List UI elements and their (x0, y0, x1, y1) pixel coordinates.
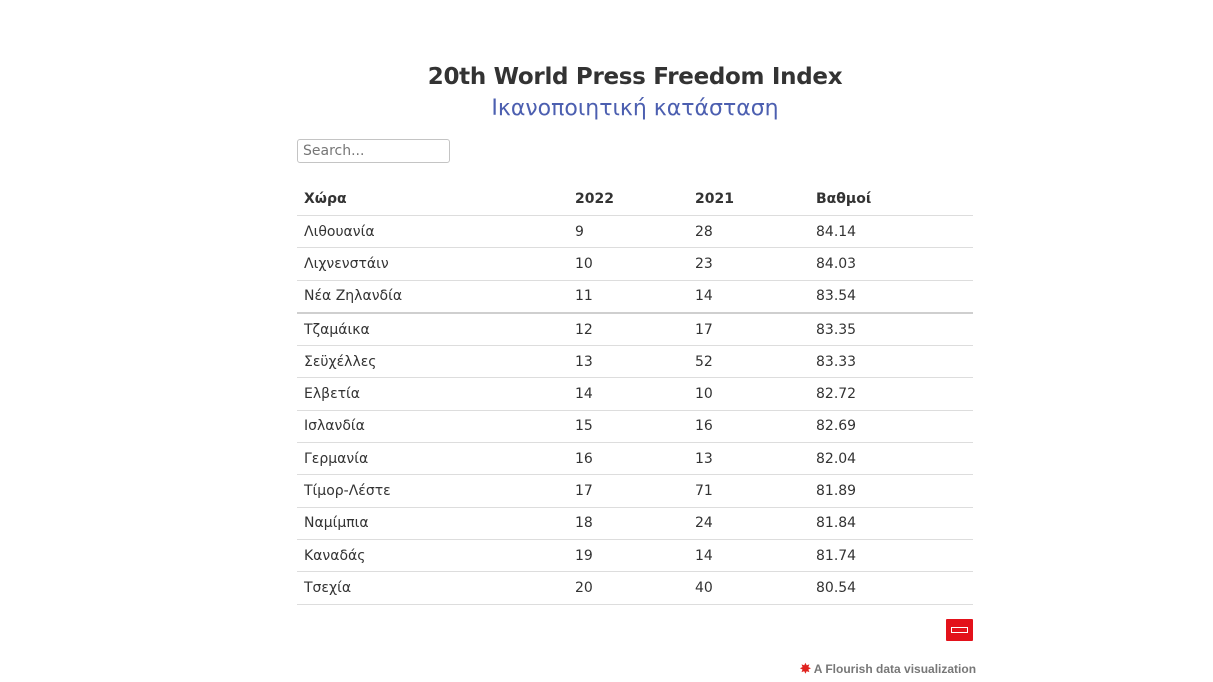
cell-country: Ναμίμπια (297, 507, 568, 540)
cell-score: 84.03 (809, 247, 973, 281)
cell-country: Καναδάς (297, 539, 568, 573)
cell-rank-2022: 18 (568, 507, 688, 540)
page-title: 20th World Press Freedom Index (427, 64, 843, 90)
cell-country: Ελβετία (297, 377, 568, 411)
cell-rank-2022: 10 (568, 247, 688, 281)
cell-rank-2021: 17 (688, 312, 809, 347)
cell-rank-2021: 13 (688, 442, 809, 476)
cell-score: 82.69 (809, 410, 973, 444)
column-header-country[interactable]: Χώρα (297, 182, 568, 216)
cell-country: Λιχνενστάιν (297, 247, 568, 281)
cell-rank-2021: 71 (688, 474, 809, 508)
cell-country: Ισλανδία (297, 410, 568, 444)
cell-score: 84.14 (809, 215, 973, 249)
cell-rank-2022: 11 (568, 280, 688, 314)
news-logo-icon[interactable] (946, 619, 973, 641)
column-header-2022[interactable]: 2022 (568, 182, 688, 216)
table-row: Λιθουανία 9 28 84.14 (297, 215, 973, 249)
search-input[interactable] (297, 139, 450, 163)
cell-rank-2022: 12 (568, 312, 688, 347)
cell-rank-2021: 16 (688, 410, 809, 444)
cell-country: Λιθουανία (297, 215, 568, 249)
table-row: Νέα Ζηλανδία 11 14 83.54 (297, 280, 973, 314)
cell-country: Νέα Ζηλανδία (297, 280, 568, 314)
news-logo-mark (951, 627, 968, 633)
cell-rank-2021: 14 (688, 280, 809, 314)
column-header-score[interactable]: Βαθμοί (809, 182, 973, 216)
table-row: Τζαμάικα 12 17 83.35 (297, 312, 973, 347)
data-table: Χώρα 2022 2021 Βαθμοί Λιθουανία 9 28 84.… (297, 182, 973, 605)
cell-rank-2021: 14 (688, 539, 809, 573)
table-row: Γερμανία 16 13 82.04 (297, 442, 973, 476)
table-row: Ελβετία 14 10 82.72 (297, 377, 973, 411)
table-row: Τσεχία 20 40 80.54 (297, 571, 973, 605)
cell-score: 81.84 (809, 507, 973, 540)
table-row: Σεϋχέλλες 13 52 83.33 (297, 345, 973, 379)
cell-rank-2022: 19 (568, 539, 688, 573)
cell-rank-2022: 9 (568, 215, 688, 249)
cell-country: Γερμανία (297, 442, 568, 476)
cell-score: 83.35 (809, 312, 973, 347)
cell-rank-2021: 40 (688, 571, 809, 605)
table-row: Λιχνενστάιν 10 23 84.03 (297, 247, 973, 281)
cell-rank-2022: 17 (568, 474, 688, 508)
page-subtitle: Ικανοποιητική κατάσταση (491, 96, 779, 121)
cell-score: 81.89 (809, 474, 973, 508)
cell-country: Τίμορ-Λέστε (297, 474, 568, 508)
cell-rank-2022: 14 (568, 377, 688, 411)
table-row: Ισλανδία 15 16 82.69 (297, 410, 973, 444)
table-row: Ναμίμπια 18 24 81.84 (297, 507, 973, 540)
cell-rank-2021: 52 (688, 345, 809, 379)
cell-country: Τσεχία (297, 571, 568, 605)
column-header-2021[interactable]: 2021 (688, 182, 809, 216)
cell-score: 83.33 (809, 345, 973, 379)
cell-rank-2022: 13 (568, 345, 688, 379)
cell-score: 83.54 (809, 280, 973, 314)
cell-rank-2022: 20 (568, 571, 688, 605)
cell-rank-2021: 10 (688, 377, 809, 411)
cell-score: 80.54 (809, 571, 973, 605)
cell-country: Σεϋχέλλες (297, 345, 568, 379)
cell-rank-2021: 28 (688, 215, 809, 249)
cell-rank-2021: 23 (688, 247, 809, 281)
flourish-credit-label: A Flourish data visualization (813, 662, 977, 676)
cell-score: 81.74 (809, 539, 973, 573)
flourish-credit-link[interactable]: ✸ A Flourish data visualization (800, 661, 976, 677)
table-row: Τίμορ-Λέστε 17 71 81.89 (297, 474, 973, 508)
cell-country: Τζαμάικα (297, 312, 568, 347)
cell-rank-2022: 15 (568, 410, 688, 444)
cell-rank-2022: 16 (568, 442, 688, 476)
table-row: Καναδάς 19 14 81.74 (297, 539, 973, 573)
cell-rank-2021: 24 (688, 507, 809, 540)
cell-score: 82.72 (809, 377, 973, 411)
flourish-star-icon: ✸ (800, 661, 811, 676)
table-header-row: Χώρα 2022 2021 Βαθμοί (297, 182, 973, 216)
cell-score: 82.04 (809, 442, 973, 476)
